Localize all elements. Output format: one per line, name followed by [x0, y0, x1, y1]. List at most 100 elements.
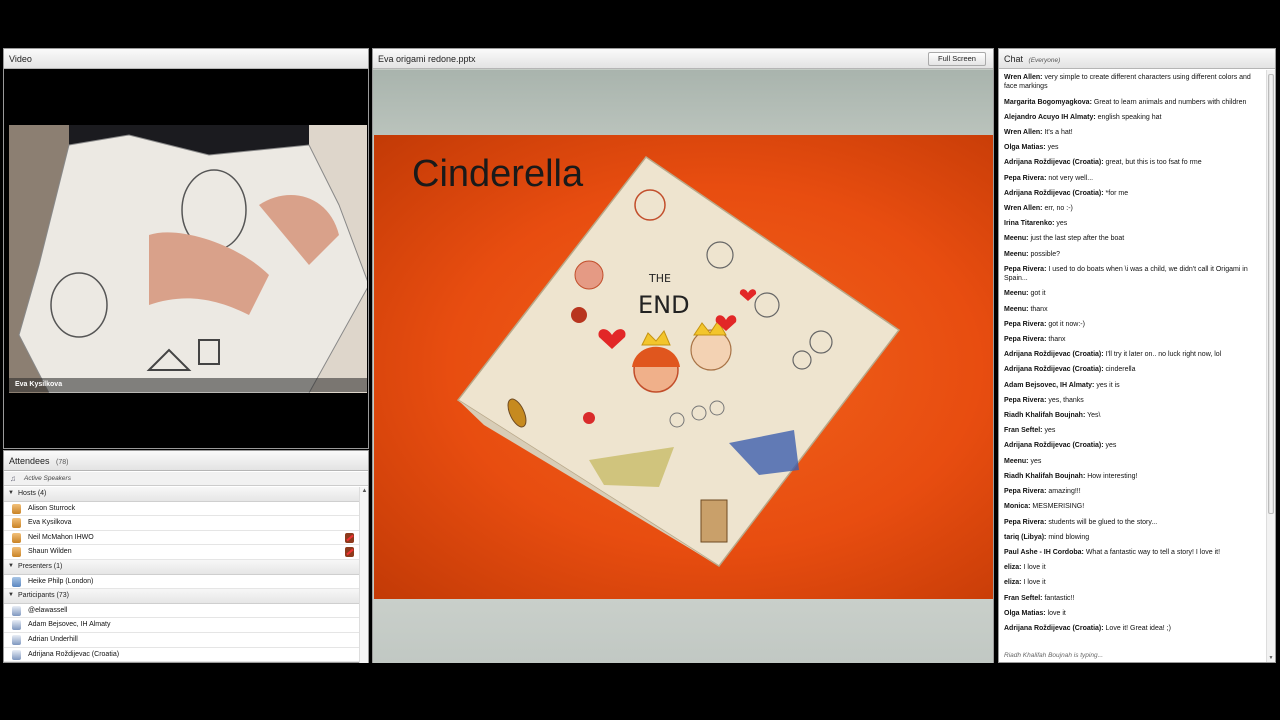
chat-message: tariq (Libya): mind blowing	[1004, 533, 1267, 542]
chat-text: yes	[1030, 457, 1042, 465]
presentation-slide: Cinderella THE END	[374, 135, 993, 599]
chat-message: Alejandro Acuyo IH Almaty: english speak…	[1004, 113, 1267, 122]
group-hosts[interactable]: ▼ Hosts (4)	[4, 487, 360, 502]
video-pod-header: Video	[4, 49, 368, 69]
chat-message: Paul Ashe - IH Cordoba: What a fantastic…	[1004, 548, 1267, 557]
chat-text: english speaking hat	[1097, 113, 1162, 121]
video-pod: Video Eva Kysilkova	[3, 48, 369, 449]
attendee-row[interactable]: Neil McMahon IHWO	[4, 530, 360, 546]
attendee-name: Adrian Underhill	[28, 635, 78, 643]
chat-text: yes	[1044, 427, 1056, 435]
chat-sender: Meenu:	[1004, 457, 1029, 465]
chat-text: great, but this is too fsat fo rme	[1105, 159, 1202, 167]
chat-message: Adrijana Roždijevac (Croatia): great, bu…	[1004, 158, 1267, 167]
group-presenters[interactable]: ▼ Presenters (1)	[4, 559, 360, 575]
chat-sender: Meenu:	[1004, 290, 1029, 298]
attendee-row[interactable]: Heike Philp (London)	[4, 574, 360, 590]
chat-message: Meenu: possible?	[1004, 250, 1267, 259]
chat-text: How interesting!	[1087, 472, 1138, 480]
attendee-row[interactable]: Adam Bejsovec, IH Almaty	[4, 618, 360, 633]
chat-text: thanx	[1030, 305, 1048, 313]
chat-message: Pepa Rivera: yes, thanks	[1004, 396, 1267, 405]
chat-message: Meenu: thanx	[1004, 305, 1267, 314]
attendee-row[interactable]: Adrijana Roždijevac (Croatia)	[4, 647, 360, 663]
collapse-triangle-icon[interactable]: ▼	[8, 592, 14, 598]
attendee-scrollbar[interactable]: ▲	[359, 487, 368, 663]
chat-pod: Chat (Everyone) Wren Allen: very simple …	[998, 48, 1276, 663]
chat-message: Margarita Bogomyagkova: Great to learn a…	[1004, 98, 1267, 107]
chat-sender: Riadh Khalifah Boujnah:	[1004, 412, 1086, 420]
chat-text: Love it! Great idea! ;)	[1105, 624, 1171, 632]
speaker-icon: ♫	[10, 474, 16, 483]
mic-muted-icon[interactable]	[345, 547, 354, 558]
attendee-name: Eva Kysilkova	[28, 519, 72, 527]
chat-sender: Wren Allen:	[1004, 205, 1043, 213]
attendee-list: ▼ Hosts (4) Alison Sturrock Eva Kysilkov…	[4, 487, 360, 663]
chat-message: Pepa Rivera: I used to do boats when \i …	[1004, 265, 1267, 284]
chat-message: Fran Seftel: fantastic!!	[1004, 594, 1267, 603]
attendee-name: Shaun Wilden	[28, 548, 72, 556]
chat-text: yes, thanks	[1048, 396, 1084, 404]
chat-text: students will be glued to the story...	[1048, 518, 1158, 526]
full-screen-button[interactable]: Full Screen	[928, 52, 986, 66]
chat-scrollbar[interactable]: ▼	[1266, 70, 1275, 662]
chat-text: got it now:-)	[1048, 320, 1085, 328]
chat-text: *for me	[1105, 189, 1129, 197]
scroll-up-arrow-icon[interactable]: ▲	[361, 488, 368, 495]
chat-text: thanx	[1048, 336, 1066, 344]
chat-sender: Adrijana Roždijevac (Croatia):	[1004, 366, 1104, 374]
chat-text: possible?	[1030, 250, 1061, 258]
chat-text: yes	[1047, 144, 1059, 152]
attendee-row[interactable]: @elawassell	[4, 603, 360, 619]
chat-scroll-thumb[interactable]	[1268, 74, 1274, 514]
chat-sender: Margarita Bogomyagkova:	[1004, 98, 1092, 106]
chat-text: MESMERISING!	[1032, 503, 1085, 511]
scroll-down-arrow-icon[interactable]: ▼	[1268, 655, 1274, 661]
chat-sender: Pepa Rivera:	[1004, 396, 1047, 404]
chat-message: Meenu: yes	[1004, 457, 1267, 466]
group-label: Presenters (1)	[18, 562, 63, 570]
chat-message: Adam Bejsovec, IH Almaty: yes it is	[1004, 381, 1267, 390]
attendee-row[interactable]: Eva Kysilkova	[4, 516, 360, 531]
chat-text: yes	[1105, 442, 1117, 450]
chat-message: Pepa Rivera: thanx	[1004, 335, 1267, 344]
chat-text: amazing!!!	[1048, 488, 1081, 496]
chat-message: Meenu: got it	[1004, 289, 1267, 298]
chat-message: Riadh Khalifah Boujnah: Yes\	[1004, 411, 1267, 420]
attendee-row[interactable]: Adrian Underhill	[4, 632, 360, 648]
origami-drawing: THE END	[456, 155, 901, 568]
active-speakers-bar[interactable]: ♫ Active Speakers	[4, 472, 368, 486]
chat-sender: tariq (Libya):	[1004, 533, 1047, 541]
participant-icon	[12, 620, 21, 631]
chat-sender: Fran Seftel:	[1004, 594, 1043, 602]
attendees-header: Attendees (78)	[4, 451, 368, 471]
attendee-name: Neil McMahon IHWO	[28, 533, 94, 541]
chat-text: yes	[1056, 220, 1068, 228]
chat-sender: Adrijana Roždijevac (Croatia):	[1004, 159, 1104, 167]
collapse-triangle-icon[interactable]: ▼	[8, 563, 14, 569]
collapse-triangle-icon[interactable]: ▼	[8, 490, 14, 496]
chat-sender: Pepa Rivera:	[1004, 174, 1047, 182]
webcam-image	[9, 125, 367, 393]
attendees-count: (78)	[56, 459, 69, 466]
chat-sender: Alejandro Acuyo IH Almaty:	[1004, 113, 1096, 121]
mic-muted-icon[interactable]	[345, 532, 354, 543]
chat-sender: Adrijana Roždijevac (Croatia):	[1004, 351, 1104, 359]
chat-sender: eliza:	[1004, 579, 1022, 587]
attendee-row[interactable]: Shaun Wilden	[4, 545, 360, 560]
chat-message: Wren Allen: It's a hat!	[1004, 128, 1267, 137]
chat-message: Monica: MESMERISING!	[1004, 502, 1267, 511]
chat-message: Pepa Rivera: got it now:-)	[1004, 320, 1267, 329]
attendee-row[interactable]: Alison Sturrock	[4, 501, 360, 517]
chat-message: Pepa Rivera: students will be glued to t…	[1004, 518, 1267, 527]
chat-text: It's a hat!	[1044, 129, 1073, 137]
chat-text: just the last step after the boat	[1030, 235, 1125, 243]
chat-sender: Irina Titarenko:	[1004, 220, 1055, 228]
chat-text: fantastic!!	[1044, 594, 1075, 602]
chat-sender: Paul Ashe - IH Cordoba:	[1004, 548, 1084, 556]
chat-message: Pepa Rivera: not very well...	[1004, 174, 1267, 183]
chat-sender: Pepa Rivera:	[1004, 320, 1047, 328]
participant-icon	[12, 634, 21, 645]
chat-sender: Wren Allen:	[1004, 74, 1043, 81]
group-participants[interactable]: ▼ Participants (73)	[4, 589, 360, 604]
